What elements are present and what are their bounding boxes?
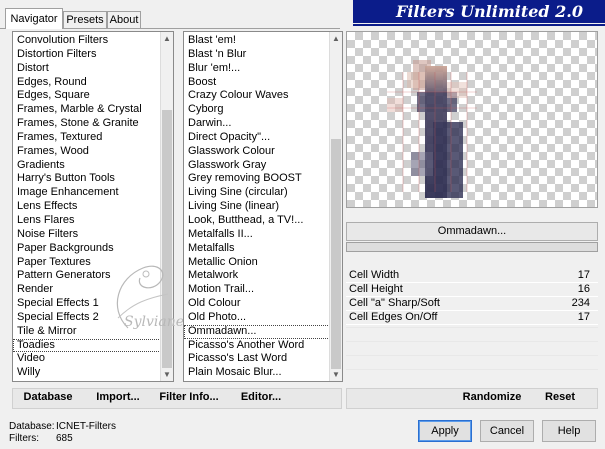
tab-about[interactable]: About — [107, 11, 141, 28]
filter-list-item[interactable]: Blur 'em!... — [184, 62, 342, 76]
category-list-item[interactable]: Harry's Button Tools — [13, 172, 173, 186]
filter-list-item[interactable]: Metallic Onion — [184, 256, 342, 270]
param-label: Cell "a" Sharp/Soft — [349, 297, 440, 309]
param-slot-empty — [346, 341, 598, 356]
filter-list-item[interactable]: Ommadawn... — [184, 324, 342, 339]
tab-navigator-label: Navigator — [10, 13, 58, 25]
category-list-item[interactable]: Edges, Round — [13, 76, 173, 90]
scroll-down-arrow-icon[interactable]: ▼ — [330, 368, 342, 381]
banner-underline — [353, 24, 605, 26]
filter-list-item[interactable]: Metalfalls II... — [184, 228, 342, 242]
filter-list-item[interactable]: Crazy Colour Waves — [184, 89, 342, 103]
database-button[interactable]: Database — [16, 391, 80, 403]
category-list-item[interactable]: Distortion Filters — [13, 48, 173, 62]
filter-list-item[interactable]: Look, Butthead, a TV!... — [184, 214, 342, 228]
filter-list-item[interactable]: Blast 'n Blur — [184, 48, 342, 62]
scroll-up-arrow-icon[interactable]: ▲ — [330, 32, 342, 45]
param-slot-empty — [346, 327, 598, 342]
filter-list-item[interactable]: Blast 'em! — [184, 34, 342, 48]
database-status-value: ICNET-Filters — [56, 421, 116, 432]
param-label: Cell Height — [349, 283, 403, 295]
filter-list-item[interactable]: Direct Opacity"... — [184, 131, 342, 145]
param-label: Cell Width — [349, 269, 400, 281]
editor-button[interactable]: Editor... — [231, 391, 291, 403]
reset-button[interactable]: Reset — [538, 391, 582, 403]
param-label: Cell Edges On/Off — [349, 311, 438, 323]
cancel-button[interactable]: Cancel — [480, 420, 534, 442]
filter-list[interactable]: Blast 'em! Blast 'n Blur Blur 'em!... Boost… — [183, 31, 343, 382]
filter-list-item[interactable]: Motion Trail... — [184, 283, 342, 297]
filter-list-item[interactable]: Metalfalls — [184, 242, 342, 256]
category-list-item[interactable]: Noise Filters — [13, 228, 173, 242]
filter-scroll-thumb[interactable] — [331, 139, 341, 369]
preview-figure-graphic — [387, 60, 477, 198]
filter-list-item[interactable]: Metalwork — [184, 269, 342, 283]
database-status-label: Database: — [9, 421, 55, 432]
tab-presets-label: Presets — [66, 14, 104, 26]
watermark-flourish: Sylviane — [116, 265, 184, 330]
apply-button[interactable]: Apply — [418, 420, 472, 442]
scroll-down-arrow-icon[interactable]: ▼ — [161, 368, 173, 381]
tab-about-label: About — [109, 14, 139, 26]
filter-list-item[interactable]: Glasswork Gray — [184, 159, 342, 173]
filter-progress-bar — [346, 242, 598, 252]
filter-list-scrollbar[interactable]: ▲ ▼ — [329, 32, 342, 381]
filter-list-item[interactable]: Plain Mosaic... — [184, 380, 342, 381]
filters-count-value: 685 — [56, 433, 73, 444]
category-list-item[interactable]: Frames, Marble & Crystal — [13, 103, 173, 117]
filter-info-button[interactable]: Filter Info... — [157, 391, 221, 403]
scroll-up-arrow-icon[interactable]: ▲ — [161, 32, 173, 45]
filter-list-item[interactable]: Picasso's Last Word — [184, 352, 342, 366]
param-value[interactable]: 234 — [572, 296, 590, 310]
category-list-item[interactable]: Frames, Wood — [13, 145, 173, 159]
category-list-item[interactable]: Edges, Square — [13, 89, 173, 103]
category-list-item[interactable]: Convolution Filters — [13, 34, 173, 48]
randomize-button[interactable]: Randomize — [458, 391, 526, 403]
filter-list-item[interactable]: Boost — [184, 76, 342, 90]
watermark-text: Sylviane — [124, 314, 184, 330]
filter-list-item[interactable]: Living Sine (linear) — [184, 200, 342, 214]
category-list-item[interactable]: Willy — [13, 366, 173, 380]
param-slot-empty — [346, 355, 598, 370]
category-list-item[interactable]: Distort — [13, 62, 173, 76]
param-row[interactable]: Cell Width 17 — [346, 268, 598, 283]
param-row[interactable]: Cell Edges On/Off 17 — [346, 310, 598, 325]
category-list-item[interactable]: Video — [13, 352, 173, 366]
filter-name-label: Ommadawn... — [437, 225, 507, 237]
filter-list-item[interactable]: Darwin... — [184, 117, 342, 131]
param-value[interactable]: 16 — [578, 282, 590, 296]
filter-list-item[interactable]: Glasswork Colour — [184, 145, 342, 159]
filter-list-item[interactable]: Picasso's Another Word — [184, 339, 342, 353]
category-list-item[interactable]: Image Enhancement — [13, 186, 173, 200]
tab-presets[interactable]: Presets — [63, 11, 107, 28]
filter-list-item[interactable]: Old Photo... — [184, 311, 342, 325]
filter-list-item[interactable]: Grey removing BOOST — [184, 172, 342, 186]
category-list-item[interactable]: Frames, Textured — [13, 131, 173, 145]
param-slot-empty — [346, 369, 598, 384]
import-button[interactable]: Import... — [86, 391, 150, 403]
filter-list-item[interactable]: Plain Mosaic Blur... — [184, 366, 342, 380]
filter-list-item[interactable]: Cyborg — [184, 103, 342, 117]
filter-name-button[interactable]: Ommadawn... — [346, 222, 598, 241]
tab-navigator[interactable]: Navigator — [5, 8, 63, 29]
filter-list-item[interactable]: Living Sine (circular) — [184, 186, 342, 200]
app-banner-title: Filters Unlimited 2.0 — [353, 0, 605, 23]
category-list-item[interactable]: Gradients — [13, 159, 173, 173]
param-value[interactable]: 17 — [578, 268, 590, 282]
category-list-item[interactable]: Frames, Stone & Granite — [13, 117, 173, 131]
category-list-item[interactable]: Lens Flares — [13, 214, 173, 228]
param-row[interactable]: Cell Height 16 — [346, 282, 598, 297]
filter-list-item[interactable]: Old Colour — [184, 297, 342, 311]
param-row[interactable]: Cell "a" Sharp/Soft 234 — [346, 296, 598, 311]
category-list-item[interactable]: Lens Effects — [13, 200, 173, 214]
category-list-item[interactable]: Toadies — [13, 338, 173, 353]
preview-image[interactable] — [346, 31, 598, 208]
param-value[interactable]: 17 — [578, 310, 590, 324]
filters-count-label: Filters: — [9, 433, 39, 444]
help-button[interactable]: Help — [542, 420, 596, 442]
